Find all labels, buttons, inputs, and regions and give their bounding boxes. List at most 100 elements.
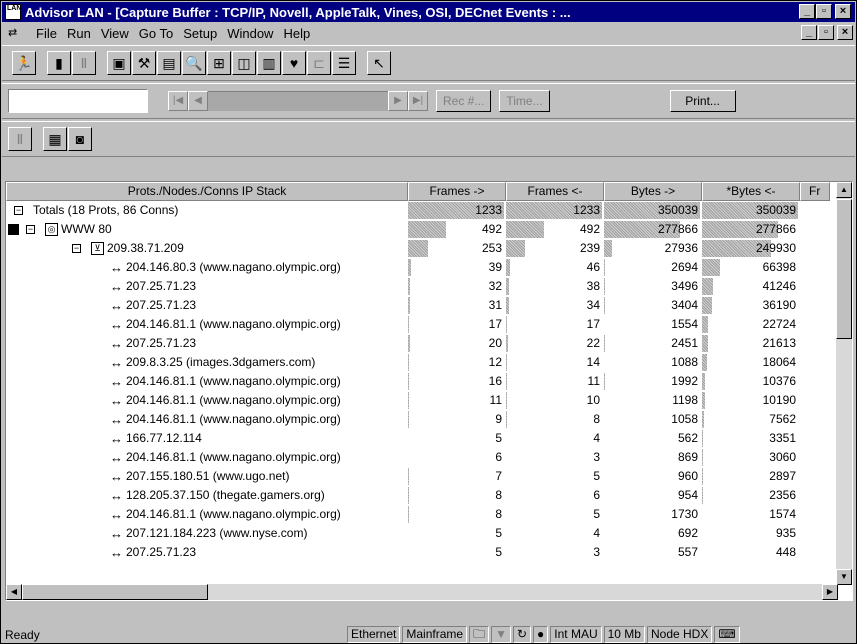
table-row[interactable]: ↔ 204.146.81.1 (www.nagano.olympic.org) 8 5… (6, 505, 838, 524)
child-restore-button[interactable]: ▫ (818, 25, 834, 40)
scroll-down-icon[interactable]: ▼ (836, 569, 852, 585)
print-button[interactable]: Print... (669, 90, 736, 112)
col-header-bytes-in[interactable]: *Bytes <- (702, 182, 800, 201)
report-icon[interactable]: ☰ (332, 51, 356, 75)
connection-icon: ↔ (110, 317, 123, 332)
pause-view-icon[interactable]: Ⅱ (8, 127, 32, 151)
collapse-icon[interactable]: − (26, 225, 35, 234)
main-window: LAN Advisor LAN - [Capture Buffer : TCP/… (0, 0, 857, 644)
title-bar[interactable]: LAN Advisor LAN - [Capture Buffer : TCP/… (2, 2, 855, 22)
value-bar (506, 335, 508, 352)
col-header-frames-extra[interactable]: Fr (800, 182, 830, 201)
stats-table: Prots./Nodes./Conns IP Stack Frames -> F… (5, 181, 853, 601)
display-icon[interactable]: ◫ (232, 51, 256, 75)
table-view-icon[interactable]: ▦ (43, 127, 67, 151)
status-folder-icon: 🗀 (469, 626, 490, 643)
close-button[interactable]: × (835, 4, 851, 19)
table-row[interactable]: − Totals (18 Prots, 86 Conns) 1233 1233 3500… (6, 201, 838, 220)
record-scroll-track[interactable] (208, 91, 388, 111)
monitor-icon[interactable]: ⊞ (207, 51, 231, 75)
vertical-scrollbar[interactable]: ▲ ▼ (836, 182, 852, 585)
table-row[interactable]: ↔ 204.146.81.1 (www.nagano.olympic.org) 16… (6, 372, 838, 391)
menu-run[interactable]: Run (67, 26, 91, 41)
col-header-bytes-out[interactable]: Bytes -> (604, 182, 702, 201)
row-name-cell: ↔ 207.25.71.23 (6, 543, 408, 562)
table-row[interactable]: ↔ 204.146.81.1 (www.nagano.olympic.org) 11… (6, 391, 838, 410)
table-row[interactable]: ↔ 204.146.81.1 (www.nagano.olympic.org) 17… (6, 315, 838, 334)
cell-value: 5 (495, 431, 502, 445)
col-header-name[interactable]: Prots./Nodes./Conns IP Stack (6, 182, 408, 201)
cell-fo: 12 (408, 353, 506, 372)
database-icon[interactable]: ▤ (157, 51, 181, 75)
status-mode: Mainframe (402, 626, 468, 643)
cell-value: 3496 (671, 279, 698, 293)
pause-icon[interactable]: Ⅱ (72, 51, 96, 75)
table-row[interactable]: ↔ 207.25.71.23 5 3 557 448 (6, 543, 838, 562)
menu-view[interactable]: View (101, 26, 129, 41)
protocol-icon: ◎ (45, 223, 58, 236)
table-row[interactable]: ↔ 207.121.184.223 (www.nyse.com) 5 4 692 935 (6, 524, 838, 543)
last-record-icon[interactable]: ▶| (408, 91, 428, 111)
collapse-icon[interactable]: − (14, 206, 23, 215)
menu-help[interactable]: Help (283, 26, 310, 41)
stop-icon[interactable]: ▮ (47, 51, 71, 75)
maximize-button[interactable]: ▫ (816, 4, 832, 19)
cell-fo: 1233 (408, 201, 506, 220)
row-label: 207.25.71.23 (126, 336, 197, 350)
horizontal-scrollbar[interactable]: ◀ ▶ (6, 584, 838, 600)
inspect-icon[interactable]: 🔍 (182, 51, 206, 75)
app-icon[interactable]: LAN (5, 4, 21, 20)
child-minimize-button[interactable]: _ (801, 25, 817, 40)
table-row[interactable]: ↔ 204.146.81.1 (www.nagano.olympic.org) 9 8… (6, 410, 838, 429)
vertical-scroll-thumb[interactable] (836, 199, 852, 339)
table-row[interactable]: ↔ 207.25.71.23 32 38 3496 41246 (6, 277, 838, 296)
record-field[interactable] (8, 89, 148, 113)
menu-file[interactable]: File (36, 26, 57, 41)
table-row[interactable]: ↔ 166.77.12.114 5 4 562 3351 (6, 429, 838, 448)
menu-bar: ⇄ File Run View Go To Setup Window Help … (2, 23, 855, 43)
next-record-icon[interactable]: ▶ (388, 91, 408, 111)
filter-icon[interactable]: ⚒ (132, 51, 156, 75)
pointer-icon[interactable]: ↖ (367, 51, 391, 75)
child-close-button[interactable]: × (837, 25, 853, 40)
cell-bo: 350039 (604, 201, 702, 220)
cell-bo: 2451 (604, 334, 702, 353)
graph-view-icon[interactable]: ◙ (68, 127, 92, 151)
col-header-frames-out[interactable]: Frames -> (408, 182, 506, 201)
table-row[interactable]: ↔ 204.146.80.3 (www.nagano.olympic.org) 39… (6, 258, 838, 277)
first-record-icon[interactable]: |◀ (168, 91, 188, 111)
row-name-cell: ↔ 207.155.180.51 (www.ugo.net) (6, 467, 408, 486)
cell-value: 277866 (755, 222, 796, 236)
prev-record-icon[interactable]: ◀ (188, 91, 208, 111)
minimize-button[interactable]: _ (799, 4, 815, 19)
table-row[interactable]: ↔ 204.146.81.1 (www.nagano.olympic.org) 6 3… (6, 448, 838, 467)
row-label: 166.77.12.114 (126, 431, 202, 445)
table-row[interactable]: ↔ 128.205.37.150 (thegate.gamers.org) 8 6 95… (6, 486, 838, 505)
scroll-up-icon[interactable]: ▲ (836, 182, 852, 198)
table-row[interactable]: ↔ 209.8.3.25 (images.3dgamers.com) 12 14 108… (6, 353, 838, 372)
trace-icon[interactable]: ⊏ (307, 51, 331, 75)
scroll-right-icon[interactable]: ▶ (822, 584, 838, 600)
run-icon[interactable]: 🏃 (12, 51, 36, 75)
rec-number-button[interactable]: Rec #... (436, 90, 492, 112)
mdi-child-icon[interactable]: ⇄ (8, 26, 26, 40)
cell-fi: 5 (506, 467, 604, 486)
horizontal-scroll-thumb[interactable] (22, 584, 208, 600)
table-row[interactable]: − ◎ WWW 80 492 492 277866 277866 (6, 220, 838, 239)
col-header-frames-in[interactable]: Frames <- (506, 182, 604, 201)
chart-icon[interactable]: ▥ (257, 51, 281, 75)
health-icon[interactable]: ♥ (282, 51, 306, 75)
capture-icon[interactable]: ▣ (107, 51, 131, 75)
table-row[interactable]: ↔ 207.155.180.51 (www.ugo.net) 7 5 960 2897 (6, 467, 838, 486)
menu-setup[interactable]: Setup (183, 26, 217, 41)
menu-goto[interactable]: Go To (139, 26, 173, 41)
cell-value: 2451 (671, 336, 698, 350)
collapse-icon[interactable]: − (72, 244, 81, 253)
row-label: 207.25.71.23 (126, 545, 197, 559)
scroll-left-icon[interactable]: ◀ (6, 584, 22, 600)
time-button[interactable]: Time... (499, 90, 550, 112)
table-row[interactable]: ↔ 207.25.71.23 20 22 2451 21613 (6, 334, 838, 353)
menu-window[interactable]: Window (227, 26, 273, 41)
table-row[interactable]: − ⊻ 209.38.71.209 253 239 27936 249930 (6, 239, 838, 258)
table-row[interactable]: ↔ 207.25.71.23 31 34 3404 36190 (6, 296, 838, 315)
